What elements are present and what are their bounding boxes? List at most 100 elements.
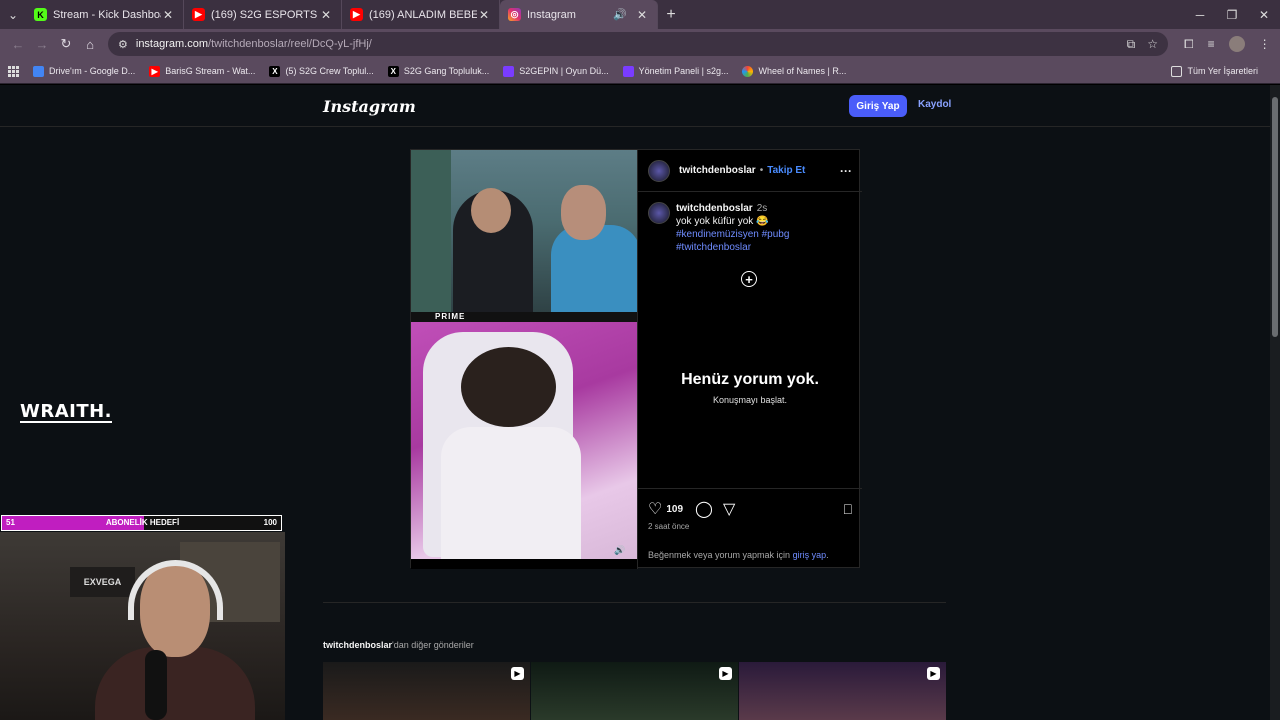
close-icon[interactable]: ✕ <box>635 8 649 22</box>
tab-title: (169) S2G ESPORTS DÜNYA ŞAM <box>211 8 319 21</box>
apps-grid-icon[interactable] <box>8 65 19 77</box>
no-comments-title: Henüz yorum yok. <box>681 371 819 388</box>
reel-icon: ▶ <box>719 667 732 680</box>
login-button[interactable]: Giriş Yap <box>849 95 907 117</box>
stream-brand-logo: WRAITH. <box>20 401 113 423</box>
x-icon: X <box>387 65 399 77</box>
share-icon[interactable]: ▽ <box>723 499 735 519</box>
webcam-sign: EXVEGA <box>70 567 135 597</box>
site-info-icon[interactable]: ⚙ <box>118 38 128 51</box>
minimize-icon[interactable]: ─ <box>1184 8 1216 22</box>
bookmark-label: BarisG Stream - Wat... <box>165 66 256 76</box>
person-shape <box>551 225 637 315</box>
close-icon[interactable]: ✕ <box>477 8 491 22</box>
tab-youtube-1[interactable]: ▶ (169) S2G ESPORTS DÜNYA ŞAM ✕ <box>184 0 342 29</box>
reload-icon[interactable]: ↻ <box>54 32 78 56</box>
bookmark-label: Wheel of Names | R... <box>758 66 847 76</box>
page-scrollbar[interactable] <box>1270 85 1280 720</box>
login-hint-text: Beğenmek veya yorum yapmak için <box>648 550 793 560</box>
curtain-shape <box>411 150 451 312</box>
youtube-icon: ▶ <box>149 65 161 77</box>
close-icon[interactable]: ✕ <box>319 8 333 22</box>
login-hint-suffix: . <box>826 550 829 560</box>
bookmark-x-gang[interactable]: X S2G Gang Topluluk... <box>387 65 490 77</box>
heart-icon[interactable]: ♡ <box>648 499 662 519</box>
close-window-icon[interactable]: ✕ <box>1248 8 1280 22</box>
new-tab-button[interactable]: + <box>658 6 684 24</box>
window-controls: ─ ❐ ✕ <box>1184 8 1280 22</box>
tab-youtube-2[interactable]: ▶ (169) ANLADIM BEBEĞİM | Mar ✕ <box>342 0 500 29</box>
bookmark-x-crew[interactable]: X (5) S2G Crew Toplul... <box>269 65 374 77</box>
url-path: /twitchdenboslar/reel/DcQ-yL-jfHj/ <box>208 38 372 50</box>
speaker-icon[interactable]: 🔊 <box>613 8 627 21</box>
bookmark-s2gepin[interactable]: S2GEPIN | Oyun Dü... <box>503 65 609 77</box>
bookmark-drive[interactable]: Drive'ım - Google D... <box>33 65 136 77</box>
login-hint-link[interactable]: giriş yap <box>793 550 827 560</box>
tab-instagram[interactable]: ◎ Instagram 🔊 ✕ <box>500 0 658 29</box>
google-drive-icon <box>33 65 44 77</box>
bookmark-youtube[interactable]: ▶ BarisG Stream - Wat... <box>149 65 256 77</box>
forward-icon[interactable]: → <box>30 32 54 56</box>
all-bookmarks[interactable]: Tüm Yer İşaretleri <box>1171 65 1258 77</box>
post-thumbnail[interactable]: ▶ <box>531 662 738 720</box>
home-icon[interactable]: ⌂ <box>78 32 102 56</box>
bookmark-label: Yönetim Paneli | s2g... <box>638 66 729 76</box>
sound-toggle-icon[interactable]: 🔊 <box>614 545 625 556</box>
sub-goal-target: 100 <box>263 518 277 527</box>
bookmark-wheel[interactable]: Wheel of Names | R... <box>742 65 847 77</box>
face-shape <box>471 188 511 233</box>
comment-icon[interactable]: ◯ <box>695 499 713 519</box>
post-sidebar: twitchdenboslar • Takip Et ··· twitchden… <box>637 150 862 569</box>
bookmark-label: Drive'ım - Google D... <box>49 66 136 76</box>
tab-search-icon[interactable]: ⌄ <box>0 0 26 29</box>
s2gepin-icon <box>622 65 634 77</box>
avatar[interactable] <box>648 159 670 182</box>
body-shape <box>95 647 255 720</box>
bookmark-icon[interactable]: ⎕ <box>844 501 852 518</box>
close-icon[interactable]: ✕ <box>161 8 175 22</box>
more-posts-grid: ▶ ▶ ▶ <box>323 662 946 720</box>
signup-link[interactable]: Kaydol <box>918 99 951 110</box>
tab-title: (169) ANLADIM BEBEĞİM | Mar <box>369 8 477 21</box>
hashtags[interactable]: #twitchdenboslar <box>676 241 789 254</box>
scrollbar-thumb[interactable] <box>1272 97 1278 337</box>
bookmark-label: (5) S2G Crew Toplul... <box>285 66 374 76</box>
follow-button[interactable]: Takip Et <box>767 165 805 176</box>
youtube-icon: ▶ <box>350 8 363 21</box>
caption-text: yok yok küfür yok 😂 <box>676 216 769 227</box>
microphone-shape <box>145 650 167 720</box>
start-conversation: Konuşmayı başlat. <box>712 395 788 405</box>
instagram-header: Instagram Giriş Yap Kaydol <box>0 85 1270 127</box>
reel-video[interactable]: PRIME 🔊 <box>411 150 637 569</box>
bookmarks-bar: Drive'ım - Google D... ▶ BarisG Stream - … <box>0 59 1280 84</box>
add-circle-icon[interactable]: + <box>741 271 757 287</box>
bookmark-star-icon[interactable]: ☆ <box>1147 37 1158 52</box>
browser-menu-icon[interactable]: ⋮ <box>1259 37 1271 51</box>
shirt-shape <box>441 427 581 559</box>
video-bottom-bar <box>411 559 637 569</box>
bookmark-yonetim[interactable]: Yönetim Paneli | s2g... <box>622 65 729 77</box>
address-bar[interactable]: ⚙ instagram.com/twitchdenboslar/reel/DcQ… <box>108 32 1168 56</box>
post-username[interactable]: twitchdenboslar <box>679 165 756 176</box>
media-control-icon[interactable]: ≡ <box>1208 37 1215 51</box>
more-posts-username[interactable]: twitchdenboslar <box>323 640 392 650</box>
caption-username[interactable]: twitchdenboslar <box>676 203 753 214</box>
back-icon[interactable]: ← <box>6 32 30 56</box>
extensions-icon[interactable]: ⧠ <box>1184 37 1194 52</box>
tab-kick-dashboard[interactable]: K Stream - Kick Dashboard ✕ <box>26 0 184 29</box>
video-frame-top <box>411 150 637 315</box>
hashtags[interactable]: #kendinemüzisyen #pubg <box>676 228 789 241</box>
avatar[interactable] <box>648 202 670 224</box>
install-app-icon[interactable]: ⧉ <box>1127 37 1136 52</box>
action-row: ♡ 109 ◯ ▽ ⎕ <box>648 499 852 519</box>
post-thumbnail[interactable]: ▶ <box>323 662 530 720</box>
instagram-logo[interactable]: Instagram <box>323 97 416 116</box>
profile-avatar[interactable] <box>1228 36 1245 52</box>
restore-icon[interactable]: ❐ <box>1216 8 1248 22</box>
more-options-icon[interactable]: ··· <box>840 164 852 178</box>
bookmark-label: S2G Gang Topluluk... <box>403 66 490 76</box>
more-posts-heading: twitchdenboslar'dan diğer gönderiler <box>323 640 474 650</box>
caption: twitchdenboslar 2s yok yok küfür yok 😂 #k… <box>648 202 852 254</box>
post-thumbnail[interactable]: ▶ <box>739 662 946 720</box>
browser-window: ⌄ K Stream - Kick Dashboard ✕ ▶ (169) S2… <box>0 0 1280 720</box>
